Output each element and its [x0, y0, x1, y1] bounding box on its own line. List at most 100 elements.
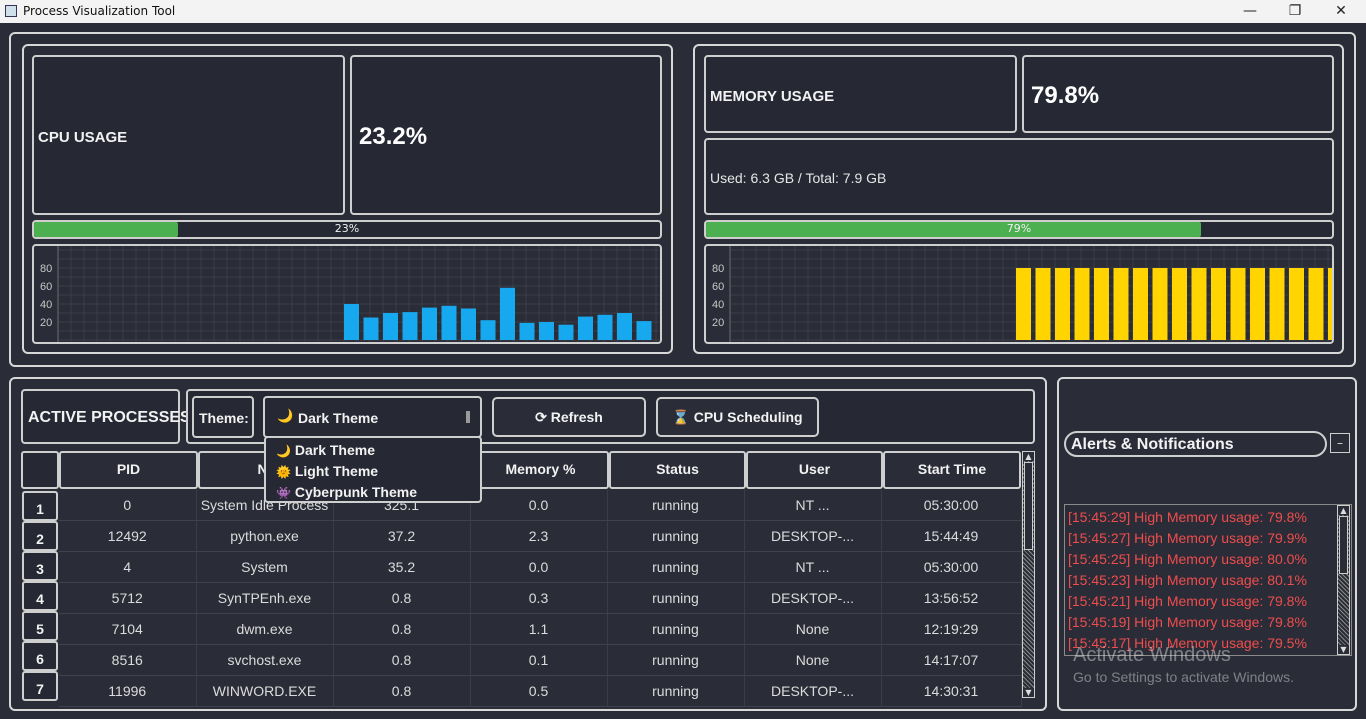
activate-windows-subtitle: Go to Settings to activate Windows. — [1073, 669, 1294, 685]
theme-label-box: Theme: — [192, 396, 254, 438]
graph-bar — [1211, 268, 1226, 340]
scroll-down-arrow-icon[interactable]: ▼ — [1023, 688, 1034, 697]
start-time-cell: 14:17:07 — [881, 644, 1022, 676]
theme-option-light[interactable]: 🌞 Light Theme — [276, 463, 378, 479]
memory-progress-bar: 79% — [704, 220, 1334, 239]
theme-selected-value: Dark Theme — [298, 410, 379, 426]
memory-progress-text: 79% — [1006, 222, 1032, 235]
start-time-cell: 12:19:29 — [881, 613, 1022, 645]
column-header-user[interactable]: User — [746, 451, 883, 489]
start-time-cell: 13:56:52 — [881, 582, 1022, 614]
table-row[interactable]: 7104 dwm.exe 0.8 1.1 running None 12:19:29 — [59, 613, 1022, 645]
row-number[interactable]: 7 — [22, 671, 58, 701]
memory-detail-text: Used: 6.3 GB / Total: 7.9 GB — [710, 170, 887, 186]
column-header-status[interactable]: Status — [609, 451, 746, 489]
row-number[interactable]: 4 — [22, 581, 58, 611]
maximize-button[interactable]: ❐ — [1272, 0, 1318, 23]
column-header-memory[interactable]: Memory % — [472, 451, 609, 489]
row-number-column: 1234567 — [22, 491, 58, 701]
y-tick-label: 60 — [40, 281, 52, 293]
user-cell: None — [744, 613, 882, 645]
status-cell: running — [607, 644, 745, 676]
row-number[interactable]: 5 — [22, 611, 58, 641]
moon-icon: 🌙 — [276, 444, 291, 458]
column-header-pid[interactable]: PID — [59, 451, 198, 489]
active-processes-title: ACTIVE PROCESSES — [28, 409, 191, 426]
scroll-down-arrow-icon[interactable]: ▼ — [1338, 645, 1349, 654]
memory-cell: 0.1 — [470, 644, 608, 676]
alien-monster-icon: 👾 — [276, 486, 291, 500]
alerts-collapse-button[interactable]: – — [1330, 433, 1350, 453]
cpu-scheduling-label: CPU Scheduling — [693, 409, 803, 425]
cpu-value-box: 23.2% — [350, 55, 662, 215]
graph-bar — [1308, 268, 1324, 340]
theme-option-dark[interactable]: 🌙 Dark Theme — [276, 442, 375, 458]
row-number[interactable]: 3 — [22, 551, 58, 581]
graph-bar — [597, 314, 613, 340]
cpu-cell: 0.8 — [333, 675, 471, 707]
row-number[interactable]: 1 — [22, 491, 58, 521]
cpu-label-box: CPU USAGE — [32, 55, 345, 215]
memory-label-box: MEMORY USAGE — [704, 55, 1017, 133]
status-cell: running — [607, 675, 745, 707]
column-header-start-time[interactable]: Start Time — [883, 451, 1021, 489]
window-title: Process Visualization Tool — [23, 4, 176, 18]
graph-bar — [402, 312, 418, 340]
alerts-title-box: Alerts & Notifications — [1064, 431, 1327, 457]
close-button[interactable]: ✕ — [1318, 0, 1364, 23]
alerts-scrollbar[interactable]: ▲ ▼ — [1337, 505, 1350, 655]
y-tick-label: 20 — [40, 317, 52, 329]
refresh-button[interactable]: ⟳ Refresh — [492, 397, 646, 437]
start-time-cell: 14:30:31 — [881, 675, 1022, 707]
pid-cell: 5712 — [59, 582, 197, 614]
graph-bar — [500, 287, 515, 340]
table-row[interactable]: 4 System 35.2 0.0 running NT ... 05:30:00 — [59, 551, 1022, 583]
graph-bar — [1016, 268, 1031, 340]
table-row[interactable]: 12492 python.exe 37.2 2.3 running DESKTOP-...… — [59, 520, 1022, 552]
graph-bar — [1133, 268, 1148, 340]
cpu-cell: 0.8 — [333, 644, 471, 676]
table-row[interactable]: 8516 svchost.exe 0.8 0.1 running None 14:17:07 — [59, 644, 1022, 676]
cpu-scheduling-button[interactable]: ⌛ CPU Scheduling — [656, 397, 819, 437]
graph-bar — [1230, 268, 1246, 340]
alert-item: [15:45:19] High Memory usage: 79.8% — [1068, 614, 1307, 630]
theme-select[interactable]: 🌙 Dark Theme — [263, 396, 482, 438]
minimize-button[interactable]: — — [1227, 0, 1273, 23]
graph-bar — [1269, 268, 1285, 340]
status-cell: running — [607, 490, 745, 521]
alerts-scroll-thumb[interactable] — [1339, 516, 1348, 574]
user-cell: None — [744, 644, 882, 676]
scroll-up-arrow-icon[interactable]: ▲ — [1023, 452, 1034, 461]
name-cell: WINWORD.EXE — [196, 675, 334, 707]
row-number[interactable]: 6 — [22, 641, 58, 671]
theme-option-cyberpunk[interactable]: 👾 Cyberpunk Theme — [276, 484, 417, 500]
row-number[interactable]: 2 — [22, 521, 58, 551]
table-scroll-thumb[interactable] — [1024, 462, 1033, 550]
graph-bar — [383, 313, 398, 340]
table-row[interactable]: 5712 SynTPEnh.exe 0.8 0.3 running DESKTOP-...… — [59, 582, 1022, 614]
graph-bar — [1172, 268, 1187, 340]
process-table: PID Na Memory % Status User Start Time 1… — [21, 451, 1022, 707]
theme-option-light-label: Light Theme — [294, 463, 379, 479]
scroll-up-arrow-icon[interactable]: ▲ — [1338, 506, 1349, 515]
moon-icon: 🌙 — [277, 409, 294, 424]
table-row[interactable]: 11996 WINWORD.EXE 0.8 0.5 running DESKTOP-...… — [59, 675, 1022, 707]
table-scrollbar[interactable]: ▲ ▼ — [1022, 451, 1035, 698]
alert-item: [15:45:25] High Memory usage: 80.0% — [1068, 551, 1307, 567]
name-cell: python.exe — [196, 520, 334, 552]
graph-bar — [422, 307, 437, 340]
memory-cell: 0.0 — [470, 551, 608, 583]
select-handle-icon — [466, 411, 470, 423]
pid-cell: 4 — [59, 551, 197, 583]
graph-bar — [578, 316, 593, 340]
y-tick-label: 60 — [712, 281, 724, 293]
sun-icon: 🌞 — [276, 465, 291, 479]
graph-bar — [1074, 268, 1090, 340]
status-cell: running — [607, 613, 745, 645]
cpu-progress-text: 23% — [334, 222, 360, 235]
memory-cell: 2.3 — [470, 520, 608, 552]
table-row[interactable]: 0 System Idle Process 325.1 0.0 running NT ..… — [59, 490, 1022, 521]
user-cell: NT ... — [744, 490, 882, 521]
activate-windows-title: Activate Windows — [1073, 644, 1231, 666]
memory-cell: 0.5 — [470, 675, 608, 707]
